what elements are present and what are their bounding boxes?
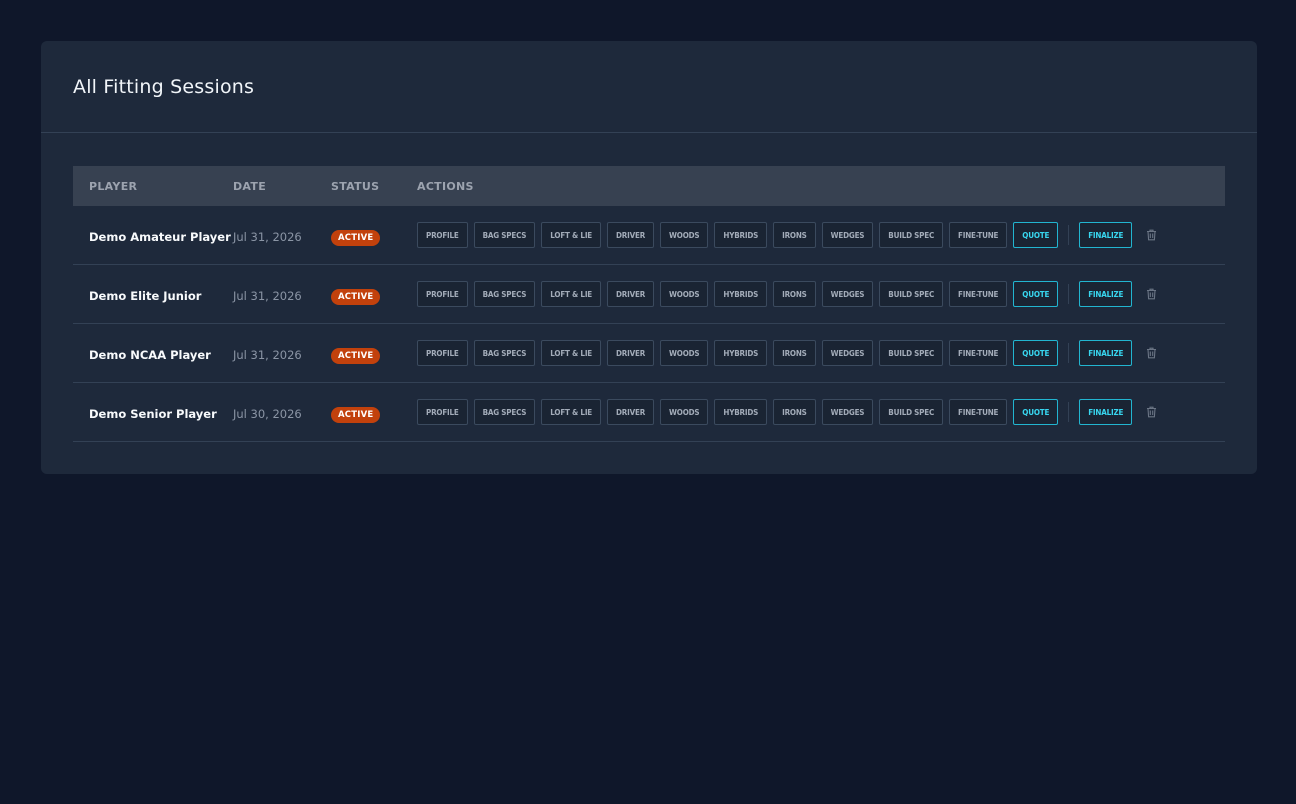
wedges-button[interactable]: WEDGES (821, 399, 874, 425)
irons-button[interactable]: IRONS (773, 222, 816, 248)
profile-button[interactable]: PROFILE (417, 399, 468, 425)
table-row: Demo Elite Junior Jul 31, 2026 ACTIVE PR… (73, 265, 1225, 324)
bag-specs-button[interactable]: BAG SPECS (473, 399, 536, 425)
finalize-button[interactable]: FINALIZE (1079, 340, 1133, 366)
player-name[interactable]: Demo Elite Junior (89, 289, 201, 303)
trash-icon[interactable] (1144, 346, 1158, 360)
row-actions: PROFILE BAG SPECS LOFT & LIE DRIVER WOODS HYB… (417, 222, 1225, 248)
player-name[interactable]: Demo Senior Player (89, 407, 217, 421)
hybrids-button[interactable]: HYBRIDS (714, 281, 768, 307)
player-name[interactable]: Demo Amateur Player (89, 230, 231, 244)
irons-button[interactable]: IRONS (773, 281, 816, 307)
trash-icon[interactable] (1144, 228, 1158, 242)
woods-button[interactable]: WOODS (660, 281, 709, 307)
row-actions: PROFILE BAG SPECS LOFT & LIE DRIVER WOODS HYB… (417, 340, 1225, 366)
wedges-button[interactable]: WEDGES (821, 340, 874, 366)
driver-button[interactable]: DRIVER (607, 281, 655, 307)
row-actions: PROFILE BAG SPECS LOFT & LIE DRIVER WOODS HYB… (417, 281, 1225, 307)
header-actions: ACTIONS (417, 179, 474, 193)
build-spec-button[interactable]: BUILD SPEC (879, 281, 944, 307)
woods-button[interactable]: WOODS (660, 399, 709, 425)
actions-divider (1068, 402, 1070, 422)
header-status: STATUS (331, 179, 380, 193)
quote-button[interactable]: QUOTE (1013, 399, 1059, 425)
build-spec-button[interactable]: BUILD SPEC (879, 399, 944, 425)
table-body: Demo Amateur Player Jul 31, 2026 ACTIVE … (73, 206, 1225, 442)
player-name[interactable]: Demo NCAA Player (89, 348, 211, 362)
loft-and-lie-button[interactable]: LOFT & LIE (541, 281, 602, 307)
profile-button[interactable]: PROFILE (417, 222, 468, 248)
fine-tune-button[interactable]: FINE-TUNE (949, 399, 1008, 425)
bag-specs-button[interactable]: BAG SPECS (473, 340, 536, 366)
status-badge: ACTIVE (331, 406, 381, 423)
header-player: PLAYER (89, 179, 138, 193)
loft-and-lie-button[interactable]: LOFT & LIE (541, 222, 602, 248)
bag-specs-button[interactable]: BAG SPECS (473, 222, 536, 248)
session-date: Jul 31, 2026 (233, 288, 302, 303)
finalize-button[interactable]: FINALIZE (1079, 399, 1133, 425)
session-date: Jul 30, 2026 (233, 406, 302, 421)
actions-divider (1068, 343, 1070, 363)
driver-button[interactable]: DRIVER (607, 222, 655, 248)
irons-button[interactable]: IRONS (773, 340, 816, 366)
hybrids-button[interactable]: HYBRIDS (714, 399, 768, 425)
quote-button[interactable]: QUOTE (1013, 222, 1059, 248)
profile-button[interactable]: PROFILE (417, 281, 468, 307)
fine-tune-button[interactable]: FINE-TUNE (949, 281, 1008, 307)
row-actions: PROFILE BAG SPECS LOFT & LIE DRIVER WOODS HYB… (417, 399, 1225, 425)
bag-specs-button[interactable]: BAG SPECS (473, 281, 536, 307)
loft-and-lie-button[interactable]: LOFT & LIE (541, 340, 602, 366)
status-badge: ACTIVE (331, 347, 381, 364)
driver-button[interactable]: DRIVER (607, 340, 655, 366)
trash-icon[interactable] (1144, 287, 1158, 301)
header-date: DATE (233, 179, 267, 193)
profile-button[interactable]: PROFILE (417, 340, 468, 366)
quote-button[interactable]: QUOTE (1013, 281, 1059, 307)
page-title: All Fitting Sessions (73, 75, 255, 98)
status-badge: ACTIVE (331, 288, 381, 305)
driver-button[interactable]: DRIVER (607, 399, 655, 425)
table-row: Demo Amateur Player Jul 31, 2026 ACTIVE … (73, 206, 1225, 265)
woods-button[interactable]: WOODS (660, 222, 709, 248)
woods-button[interactable]: WOODS (660, 340, 709, 366)
loft-and-lie-button[interactable]: LOFT & LIE (541, 399, 602, 425)
trash-icon[interactable] (1144, 405, 1158, 419)
hybrids-button[interactable]: HYBRIDS (714, 340, 768, 366)
finalize-button[interactable]: FINALIZE (1079, 281, 1133, 307)
wedges-button[interactable]: WEDGES (821, 222, 874, 248)
session-date: Jul 31, 2026 (233, 229, 302, 244)
card-header: All Fitting Sessions (41, 41, 1257, 133)
finalize-button[interactable]: FINALIZE (1079, 222, 1133, 248)
wedges-button[interactable]: WEDGES (821, 281, 874, 307)
build-spec-button[interactable]: BUILD SPEC (879, 340, 944, 366)
irons-button[interactable]: IRONS (773, 399, 816, 425)
sessions-card: All Fitting Sessions PLAYER DATE STATUS … (41, 41, 1257, 474)
fine-tune-button[interactable]: FINE-TUNE (949, 222, 1008, 248)
table-row: Demo Senior Player Jul 30, 2026 ACTIVE P… (73, 383, 1225, 442)
hybrids-button[interactable]: HYBRIDS (714, 222, 768, 248)
quote-button[interactable]: QUOTE (1013, 340, 1059, 366)
status-badge: ACTIVE (331, 229, 381, 246)
build-spec-button[interactable]: BUILD SPEC (879, 222, 944, 248)
table-row: Demo NCAA Player Jul 31, 2026 ACTIVE PRO… (73, 324, 1225, 383)
table-header: PLAYER DATE STATUS ACTIONS (73, 166, 1225, 206)
sessions-table: PLAYER DATE STATUS ACTIONS Demo Amateur … (73, 166, 1225, 442)
actions-divider (1068, 284, 1070, 304)
actions-divider (1068, 225, 1070, 245)
fine-tune-button[interactable]: FINE-TUNE (949, 340, 1008, 366)
session-date: Jul 31, 2026 (233, 347, 302, 362)
